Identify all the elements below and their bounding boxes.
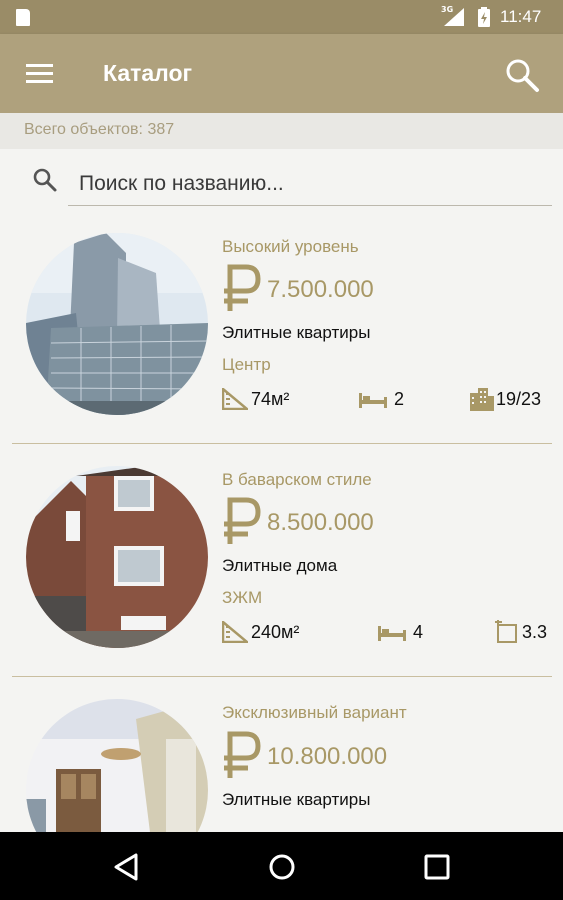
item-rooms: 2 <box>394 389 405 409</box>
item-divider <box>12 443 552 444</box>
building-icon <box>470 388 494 411</box>
item-subtitle: В баварском стиле <box>222 470 372 489</box>
property-photo <box>26 699 208 832</box>
status-time: 11:47 <box>500 7 542 26</box>
item-floor: 3.3 <box>522 622 548 642</box>
battery-icon <box>478 7 490 27</box>
home-icon[interactable] <box>265 850 299 884</box>
item-type: Элитные квартиры <box>222 790 371 809</box>
menu-icon[interactable] <box>26 64 53 84</box>
ruble-icon <box>224 731 261 778</box>
status-bar: 3G 11:47 <box>0 0 563 34</box>
item-price: 8.500.000 <box>267 509 374 536</box>
system-nav-bar <box>0 832 563 900</box>
catalog-item[interactable]: Эксклюзивный вариант 10.800.000 Элитные … <box>0 699 563 832</box>
item-area: 74м² <box>251 389 290 409</box>
catalog-item[interactable]: Высокий уровень 7.500.000 Элитные кварти… <box>0 233 563 467</box>
item-price: 7.500.000 <box>267 276 374 303</box>
search-icon[interactable] <box>503 56 541 94</box>
signal-icon <box>444 8 464 26</box>
search-input[interactable] <box>68 162 552 206</box>
item-price: 10.800.000 <box>267 743 388 770</box>
item-floor: 19/23 <box>496 389 542 409</box>
property-photo <box>26 233 208 415</box>
recents-icon[interactable] <box>420 850 454 884</box>
property-photo <box>26 466 208 648</box>
back-icon[interactable] <box>110 850 144 884</box>
bed-icon <box>359 393 387 408</box>
search-field-icon <box>33 168 57 192</box>
item-type: Элитные дома <box>222 556 338 575</box>
area-icon <box>222 621 248 643</box>
ruble-icon <box>224 264 261 311</box>
search-row <box>0 150 563 210</box>
total-count-label: Всего объектов: 387 <box>24 121 175 138</box>
area-icon <box>222 388 248 410</box>
item-area: 240м² <box>251 622 300 642</box>
item-type: Элитные квартиры <box>222 323 371 342</box>
item-rooms: 4 <box>413 622 424 642</box>
item-subtitle: Высокий уровень <box>222 237 359 256</box>
sd-card-icon <box>16 9 30 26</box>
catalog-item[interactable]: В баварском стиле 8.500.000 Элитные дома… <box>0 466 563 700</box>
ruble-icon <box>224 497 261 544</box>
total-count-bar: Всего объектов: 387 <box>0 113 563 149</box>
item-divider <box>12 676 552 677</box>
app-bar: Каталог <box>0 34 563 113</box>
item-district: ЗЖМ <box>222 588 263 607</box>
item-district: Центр <box>222 355 271 374</box>
plot-icon <box>495 620 517 643</box>
bed-icon <box>378 626 406 641</box>
item-subtitle: Эксклюзивный вариант <box>222 703 407 722</box>
page-title: Каталог <box>103 60 193 86</box>
